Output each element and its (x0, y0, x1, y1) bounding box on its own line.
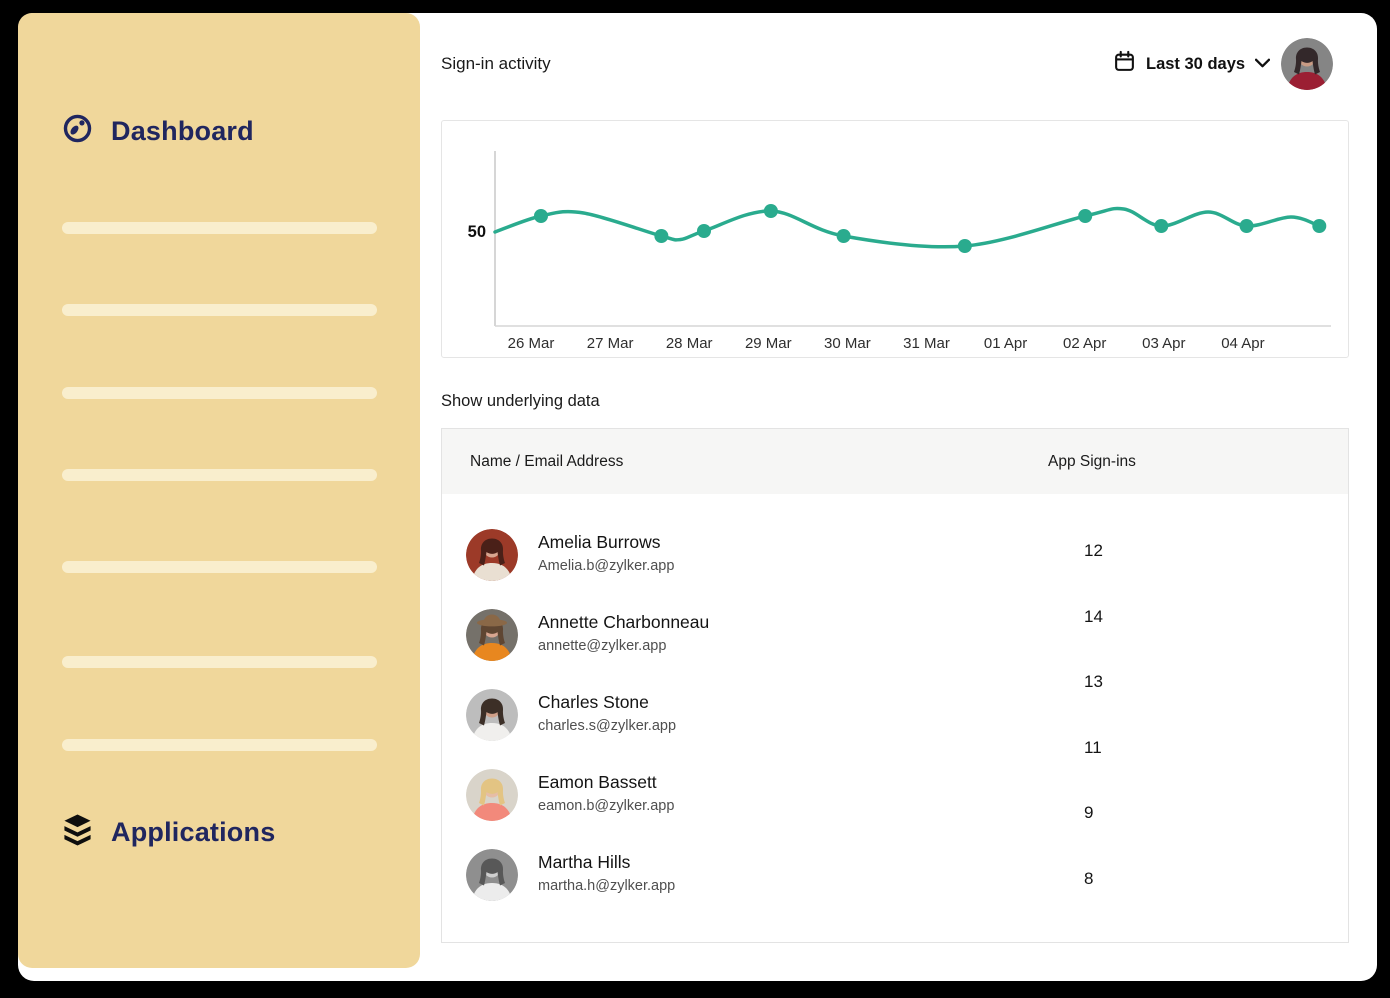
user-name: Amelia Burrows (538, 531, 674, 554)
sidebar-placeholder-bar (62, 387, 377, 399)
sidebar-item-dashboard[interactable]: Dashboard (62, 113, 254, 149)
user-email: charles.s@zylker.app (538, 716, 676, 737)
sidebar-placeholder-bar (62, 739, 377, 751)
svg-text:02 Apr: 02 Apr (1063, 335, 1106, 352)
table-row[interactable]: Charles Stonecharles.s@zylker.app (442, 689, 1348, 745)
svg-text:04 Apr: 04 Apr (1221, 335, 1264, 352)
table-row[interactable]: Amelia BurrowsAmelia.b@zylker.app (442, 529, 1348, 585)
underlying-data-table: Name / Email Address App Sign-ins Amelia… (441, 428, 1349, 943)
chevron-down-icon (1255, 55, 1270, 73)
sidebar: Dashboard Applications (18, 13, 420, 968)
layers-icon (62, 813, 93, 851)
app-canvas: { "colors": { "canvas_bg": "#000000", "c… (0, 0, 1390, 998)
user-name: Charles Stone (538, 691, 676, 714)
signin-activity-chart: 50 26 Mar 27 Mar 28 Mar 29 Mar 30 Mar 31 Mar 01… (441, 120, 1349, 358)
user-name: Martha Hills (538, 851, 675, 874)
date-range-label: Last 30 days (1146, 55, 1245, 74)
user-identity: Martha Hillsmartha.h@zylker.app (538, 851, 675, 897)
svg-text:28 Mar: 28 Mar (666, 335, 713, 352)
app-signins-value: 14 (1084, 605, 1144, 629)
column-header-app-signins: App Sign-ins (1048, 453, 1136, 471)
svg-text:31 Mar: 31 Mar (903, 335, 950, 352)
svg-text:03 Apr: 03 Apr (1142, 335, 1185, 352)
user-email: annette@zylker.app (538, 636, 709, 657)
user-avatar (466, 769, 518, 821)
svg-text:01 Apr: 01 Apr (984, 335, 1027, 352)
app-window: Dashboard Applications Sign-in activity (18, 13, 1377, 981)
app-signins-value: 8 (1084, 867, 1144, 891)
sidebar-placeholder-bar (62, 656, 377, 668)
user-avatar (466, 849, 518, 901)
column-header-name-email: Name / Email Address (470, 453, 623, 471)
sidebar-placeholder-bar (62, 469, 377, 481)
svg-text:26 Mar: 26 Mar (508, 335, 555, 352)
app-signins-value: 13 (1084, 670, 1144, 694)
user-identity: Amelia BurrowsAmelia.b@zylker.app (538, 531, 674, 577)
user-avatar (466, 529, 518, 581)
show-underlying-data-link[interactable]: Show underlying data (441, 392, 600, 411)
table-header: Name / Email Address App Sign-ins (442, 429, 1348, 494)
user-name: Annette Charbonneau (538, 611, 709, 634)
app-signins-value: 12 (1084, 539, 1144, 563)
gauge-icon (62, 113, 93, 149)
user-avatar (466, 609, 518, 661)
user-email: eamon.b@zylker.app (538, 796, 674, 817)
sidebar-item-applications[interactable]: Applications (62, 813, 275, 851)
user-avatar (466, 689, 518, 741)
user-identity: Annette Charbonneauannette@zylker.app (538, 611, 709, 657)
table-row[interactable]: Eamon Bassetteamon.b@zylker.app (442, 769, 1348, 825)
app-signins-value: 11 (1084, 736, 1144, 760)
user-identity: Charles Stonecharles.s@zylker.app (538, 691, 676, 737)
sidebar-item-label: Dashboard (111, 116, 254, 147)
svg-text:50: 50 (468, 223, 486, 241)
user-name: Eamon Bassett (538, 771, 674, 794)
table-row[interactable]: Annette Charbonneauannette@zylker.app (442, 609, 1348, 665)
user-email: martha.h@zylker.app (538, 876, 675, 897)
user-email: Amelia.b@zylker.app (538, 556, 674, 577)
sidebar-placeholder-bar (62, 561, 377, 573)
svg-text:29 Mar: 29 Mar (745, 335, 792, 352)
user-identity: Eamon Bassetteamon.b@zylker.app (538, 771, 674, 817)
svg-text:30 Mar: 30 Mar (824, 335, 871, 352)
svg-text:27 Mar: 27 Mar (587, 335, 634, 352)
page-title: Sign-in activity (441, 54, 551, 74)
table-row[interactable]: Martha Hillsmartha.h@zylker.app (442, 849, 1348, 905)
sidebar-placeholder-bar (62, 304, 377, 316)
profile-avatar[interactable] (1281, 38, 1333, 90)
sidebar-placeholder-bar (62, 222, 377, 234)
sidebar-item-label: Applications (111, 817, 275, 848)
calendar-icon (1113, 50, 1136, 78)
date-range-picker[interactable]: Last 30 days (1113, 50, 1270, 78)
app-signins-value: 9 (1084, 801, 1144, 825)
line-chart-canvas: 50 26 Mar 27 Mar 28 Mar 29 Mar 30 Mar 31 Mar 01… (442, 121, 1348, 357)
